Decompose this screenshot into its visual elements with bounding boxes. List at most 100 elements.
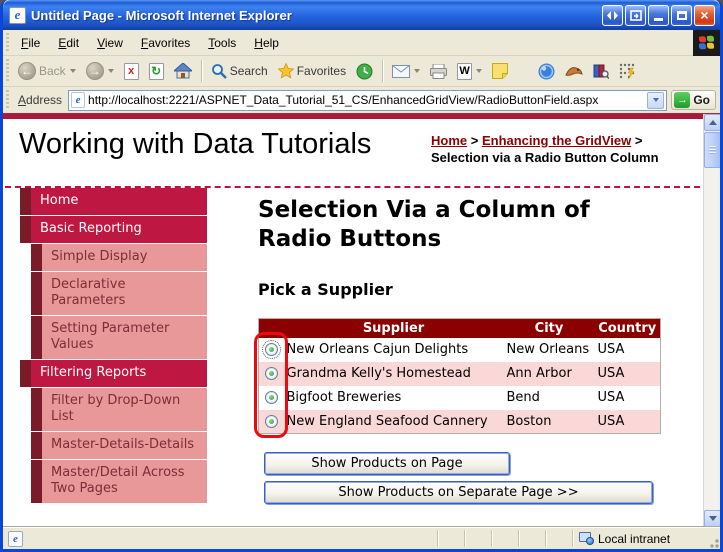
ie-logo-icon: e: [9, 7, 26, 24]
cell-city: Bend: [504, 386, 595, 410]
breadcrumb: Home > Enhancing the GridView > Selectio…: [431, 132, 699, 166]
sidebar-item-setting-parameter-values[interactable]: Setting Parameter Values: [31, 316, 207, 359]
sidebar-item-master-details-details[interactable]: Master-Details-Details: [31, 432, 207, 459]
breadcrumb-link-enhancing[interactable]: Enhancing the GridView: [482, 133, 631, 148]
stop-button[interactable]: x: [120, 61, 143, 82]
sidebar-item-master-detail-two-pages[interactable]: Master/Detail Across Two Pages: [31, 460, 207, 503]
toolbar-grip[interactable]: [6, 59, 9, 83]
breadcrumb-link-home[interactable]: Home: [431, 133, 467, 148]
title-bar: e Untitled Page - Microsoft Internet Exp…: [3, 0, 720, 30]
page-content: Working with Data Tutorials Home > Enhan…: [3, 114, 720, 527]
home-button[interactable]: [170, 61, 196, 81]
status-pane: [491, 530, 518, 547]
maximize-button[interactable]: [671, 5, 692, 26]
menu-view[interactable]: View: [88, 32, 132, 54]
snagit-button[interactable]: [561, 62, 587, 80]
close-button[interactable]: ×: [694, 5, 715, 26]
status-pane: [464, 530, 491, 547]
table-row: Bigfoot Breweries Bend USA: [259, 386, 661, 410]
pan-button[interactable]: [602, 5, 623, 26]
col-header-supplier: Supplier: [284, 319, 504, 338]
refresh-icon: ↻: [149, 63, 164, 80]
address-grip[interactable]: [6, 90, 9, 110]
forward-button[interactable]: →: [82, 60, 118, 82]
col-header-select: [259, 319, 284, 338]
forward-dropdown-icon[interactable]: [108, 69, 114, 73]
stop-icon: x: [124, 63, 139, 80]
supplier-radio-3[interactable]: [265, 415, 278, 428]
cell-country: USA: [595, 362, 661, 386]
home-icon: [174, 63, 192, 79]
address-bar: Address e http://localhost:2221/ASPNET_D…: [3, 87, 720, 114]
address-dropdown-button[interactable]: [647, 92, 664, 109]
sidebar-nav: Home Basic Reporting Simple Display Decl…: [20, 188, 207, 504]
menu-grip[interactable]: [6, 33, 9, 52]
notes-button[interactable]: [488, 61, 512, 81]
favorites-label: Favorites: [297, 64, 346, 78]
sidebar-item-filter-by-dropdown[interactable]: Filter by Drop-Down List: [31, 388, 207, 431]
mail-button[interactable]: [388, 63, 424, 80]
back-button[interactable]: ← Back: [14, 60, 80, 82]
note-icon: [492, 63, 508, 79]
address-input[interactable]: e http://localhost:2221/ASPNET_Data_Tuto…: [68, 90, 667, 111]
menu-favorites[interactable]: Favorites: [132, 32, 199, 54]
cell-city: Boston: [504, 410, 595, 434]
address-url[interactable]: http://localhost:2221/ASPNET_Data_Tutori…: [88, 93, 644, 107]
mail-icon: [392, 65, 410, 78]
print-button[interactable]: [426, 62, 451, 81]
main-content: Selection Via a Column of Radio Buttons …: [258, 192, 688, 504]
menu-tools[interactable]: Tools: [199, 32, 245, 54]
status-page-icon: e: [8, 531, 23, 547]
address-label: Address: [16, 93, 64, 107]
sidebar-item-declarative-parameters[interactable]: Declarative Parameters: [31, 272, 207, 315]
supplier-radio-0[interactable]: [265, 343, 278, 356]
sidebar-item-basic-reporting[interactable]: Basic Reporting: [20, 216, 207, 243]
show-products-separate-page-button[interactable]: Show Products on Separate Page >>: [264, 481, 653, 504]
vertical-scrollbar[interactable]: [703, 114, 720, 527]
research-icon: [593, 63, 609, 79]
table-row: New Orleans Cajun Delights New Orleans U…: [259, 338, 661, 362]
back-dropdown-icon[interactable]: [70, 69, 76, 73]
sidebar-item-filtering-reports[interactable]: Filtering Reports: [20, 360, 207, 387]
menu-help[interactable]: Help: [245, 32, 288, 54]
status-bar: e Local intranet: [3, 527, 720, 549]
go-label: Go: [693, 93, 710, 107]
refresh-button[interactable]: ↻: [145, 61, 168, 82]
windows-flag-icon: [699, 35, 715, 50]
supplier-radio-1[interactable]: [265, 367, 278, 380]
menu-edit[interactable]: Edit: [49, 32, 88, 54]
browser-window: e Untitled Page - Microsoft Internet Exp…: [0, 0, 723, 552]
table-row: Grandma Kelly's Homestead Ann Arbor USA: [259, 362, 661, 386]
sidebar-item-simple-display[interactable]: Simple Display: [31, 244, 207, 271]
print-icon: [430, 64, 447, 79]
search-icon: [211, 63, 227, 79]
history-icon: [356, 63, 373, 80]
minimize-button[interactable]: [648, 5, 669, 26]
messenger-button[interactable]: [534, 61, 559, 82]
intranet-icon: [579, 532, 594, 545]
sidebar-item-home[interactable]: Home: [20, 188, 207, 215]
supplier-radio-2[interactable]: [265, 391, 278, 404]
research-button[interactable]: [589, 61, 613, 81]
cell-city: New Orleans: [504, 338, 595, 362]
edit-word-button[interactable]: W: [453, 61, 486, 82]
col-header-country: Country: [595, 319, 661, 338]
mail-dropdown-icon[interactable]: [414, 69, 420, 73]
scrollbar-thumb[interactable]: [704, 132, 720, 168]
col-header-city: City: [504, 319, 595, 338]
search-button[interactable]: Search: [207, 61, 272, 81]
popout-button[interactable]: [625, 5, 646, 26]
page-title: Selection Via a Column of Radio Buttons: [258, 196, 638, 254]
resize-grip[interactable]: [707, 536, 719, 548]
scroll-down-button[interactable]: [704, 510, 720, 527]
messenger-icon: [538, 63, 555, 80]
history-button[interactable]: [352, 61, 377, 82]
edit-dropdown-icon[interactable]: [476, 69, 482, 73]
show-products-on-page-button[interactable]: Show Products on Page: [264, 452, 510, 475]
menu-file[interactable]: File: [12, 32, 49, 54]
scroll-up-button[interactable]: [704, 114, 720, 131]
encoder-button[interactable]: [615, 61, 639, 81]
go-arrow-icon: →: [674, 92, 690, 108]
favorites-button[interactable]: Favorites: [274, 61, 350, 81]
go-button[interactable]: → Go: [671, 90, 716, 110]
